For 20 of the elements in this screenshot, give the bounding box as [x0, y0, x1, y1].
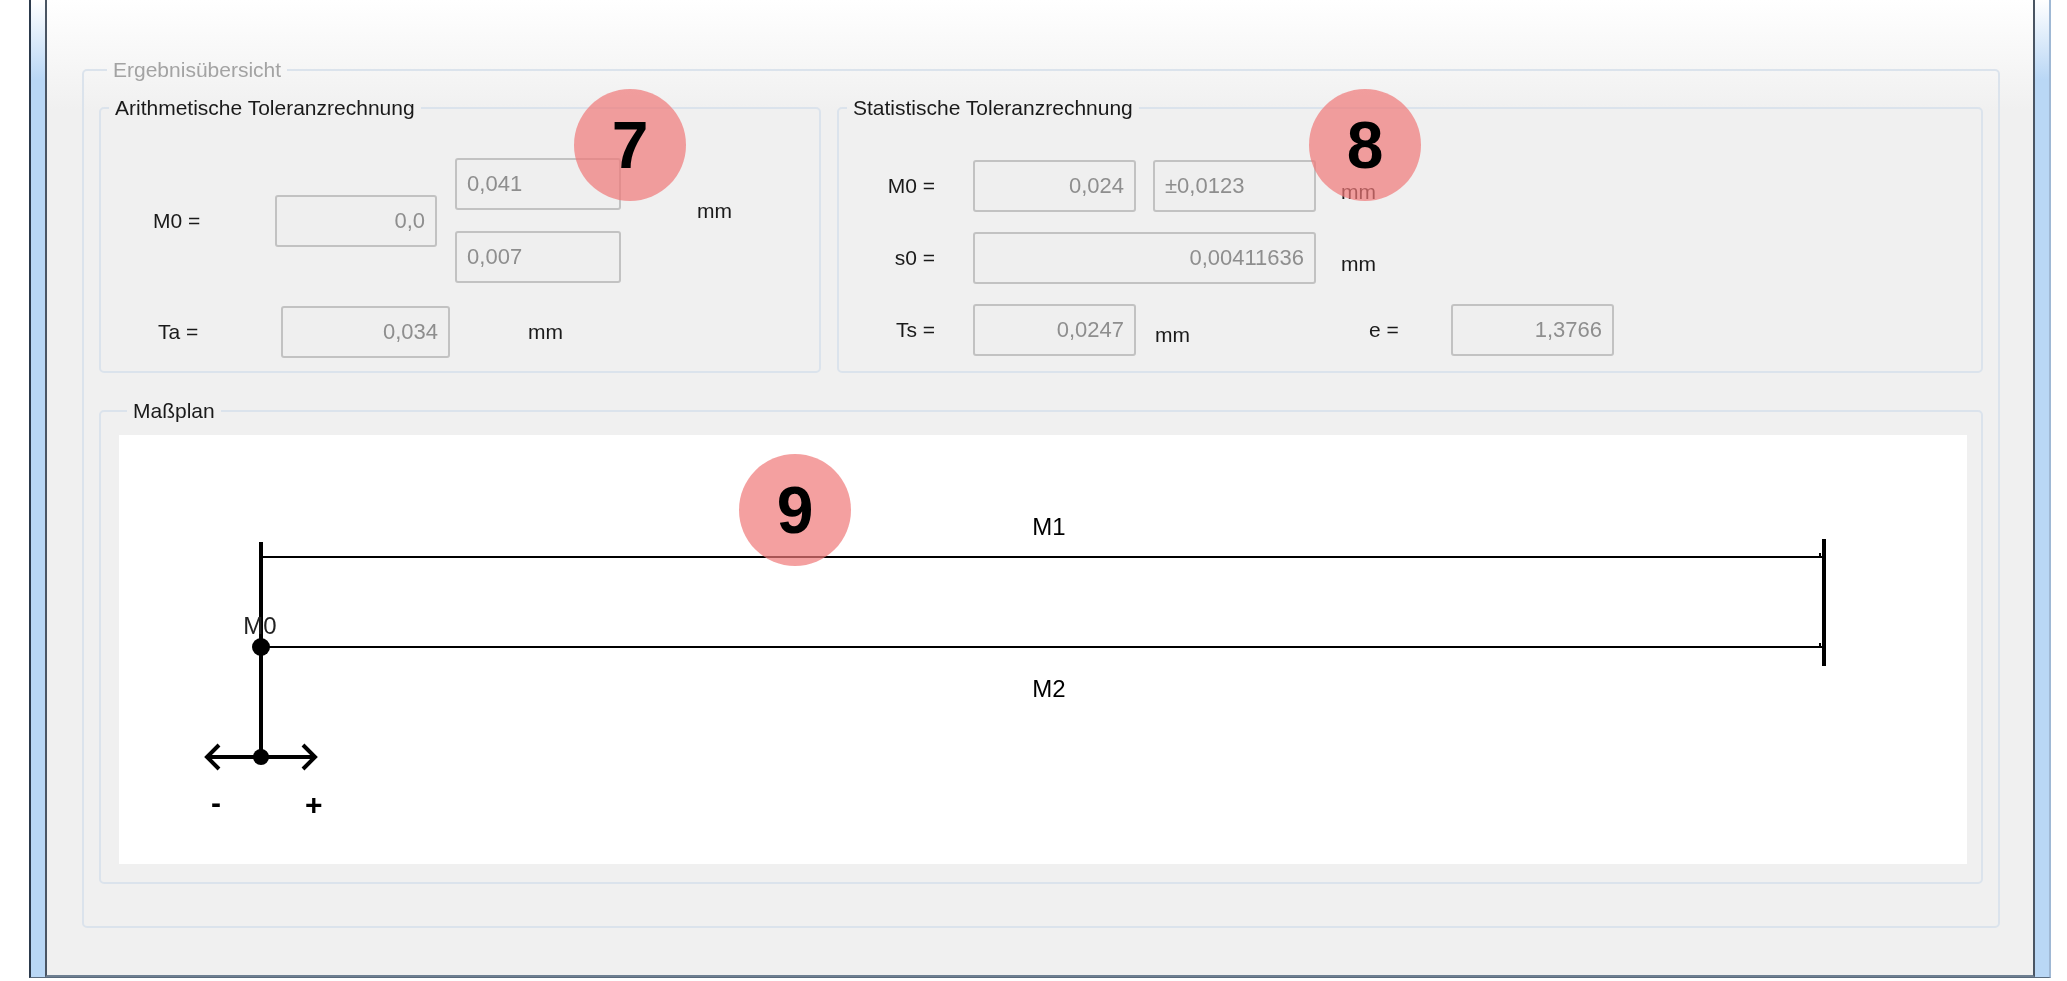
- unit-label: mm: [696, 198, 734, 223]
- sign-label: -: [211, 786, 221, 819]
- sign-label: +: [305, 788, 323, 821]
- unit-label: mm: [527, 320, 564, 344]
- field-label: Ta =: [157, 320, 200, 344]
- origin-point: [252, 638, 270, 656]
- field-label: M0 =: [152, 208, 202, 233]
- field-label: s0 =: [893, 246, 936, 270]
- group-title: Maßplan: [132, 399, 216, 423]
- field-label: M0 =: [886, 174, 936, 198]
- group-title: Statistische Toleranzrechnung: [852, 96, 1134, 120]
- dimension-label: M2: [1032, 675, 1066, 702]
- dimension-label: M1: [1032, 513, 1066, 540]
- unit-label: mm: [1341, 252, 1376, 276]
- field-label: e =: [1369, 318, 1400, 342]
- group-title: Ergebnisübersicht: [112, 58, 283, 82]
- group-title: Arithmetische Toleranzrechnung: [114, 96, 416, 120]
- unit-label: mm: [1341, 180, 1376, 204]
- unit-label: mm: [1155, 323, 1190, 347]
- field-label: Ts =: [894, 318, 936, 342]
